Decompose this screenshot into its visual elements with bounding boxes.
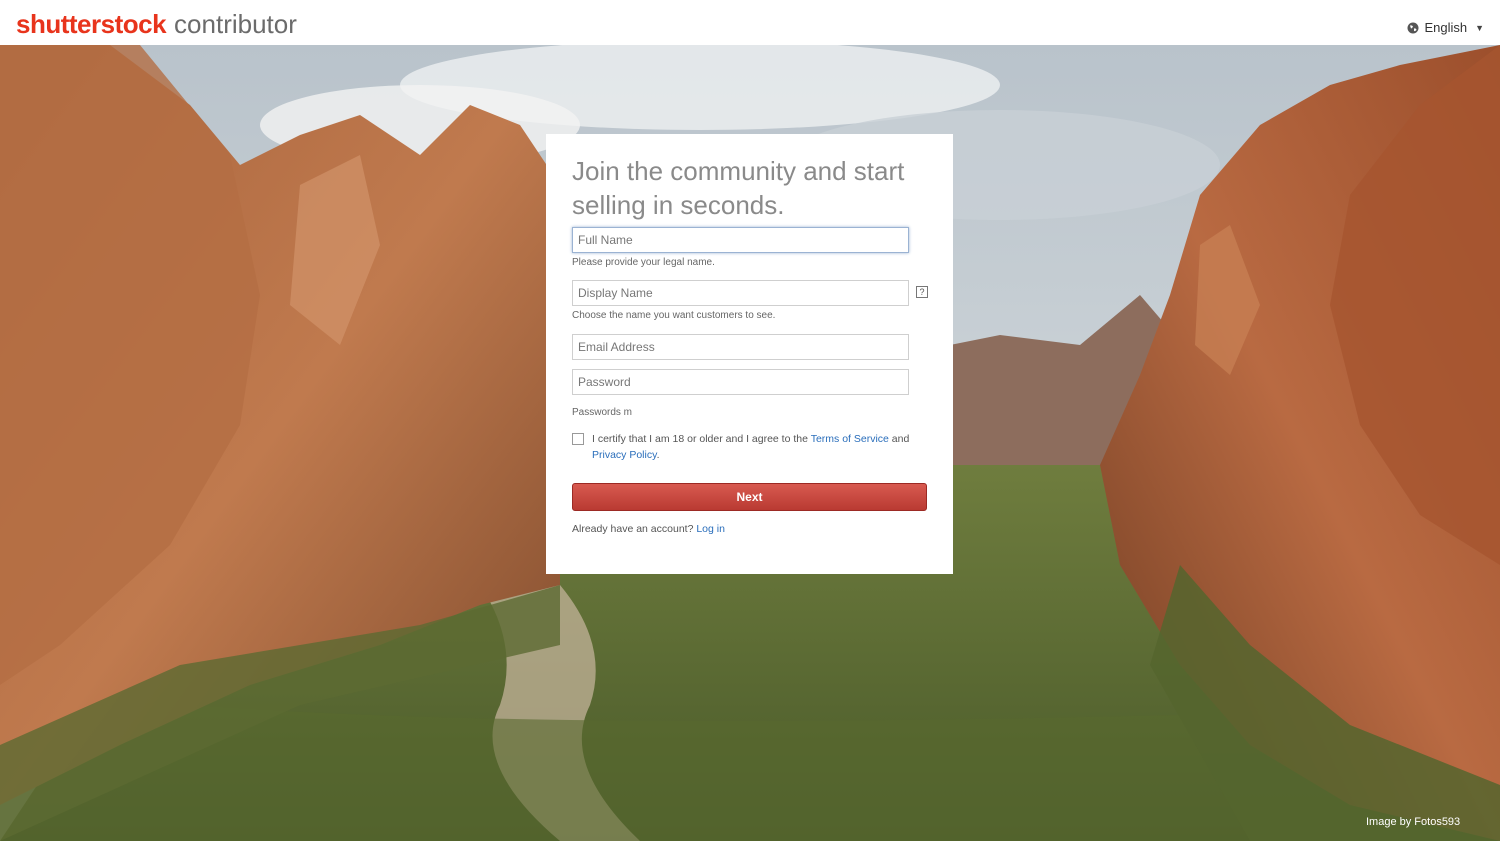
certify-row: I certify that I am 18 or older and I ag…: [572, 431, 932, 463]
display-name-field[interactable]: [572, 280, 909, 306]
certify-text: I certify that I am 18 or older and I ag…: [572, 431, 932, 463]
full-name-hint: Please provide your legal name.: [572, 257, 715, 268]
password-field[interactable]: [572, 369, 909, 395]
certify-statement: I certify that I am 18 or older and I ag…: [592, 433, 811, 445]
help-icon[interactable]: ?: [916, 286, 928, 298]
full-name-field[interactable]: [572, 227, 909, 253]
email-input[interactable]: [573, 335, 908, 359]
display-name-hint: Choose the name you want customers to se…: [572, 310, 776, 321]
display-name-input[interactable]: [573, 281, 908, 305]
signup-card: Join the community and start selling in …: [546, 134, 953, 574]
certify-period: .: [656, 449, 660, 461]
language-label: English: [1424, 20, 1468, 35]
caret-down-icon: ▼: [1475, 22, 1484, 33]
login-prompt-row: Already have an account? Log in: [572, 523, 725, 535]
language-selector[interactable]: English ▼: [1407, 20, 1484, 35]
terms-of-service-link[interactable]: Terms of Service: [811, 433, 889, 445]
login-link[interactable]: Log in: [696, 523, 725, 535]
email-field[interactable]: [572, 334, 909, 360]
password-hint: Passwords m: [572, 407, 633, 418]
globe-icon: [1407, 22, 1419, 33]
certify-checkbox[interactable]: [572, 433, 584, 445]
password-input[interactable]: [573, 370, 908, 394]
login-prompt-text: Already have an account?: [572, 523, 697, 535]
shutterstock-contributor-logo[interactable]: shutterstock contributor: [16, 9, 297, 40]
logo-brand: shutterstock: [16, 9, 167, 39]
certify-and: and: [888, 433, 910, 445]
privacy-policy-link[interactable]: Privacy Policy: [592, 449, 657, 461]
signup-title: Join the community and start selling in …: [572, 156, 905, 220]
image-credit: Image by Fotos593: [1366, 816, 1461, 828]
logo-subtitle: contributor: [174, 9, 297, 39]
full-name-input[interactable]: [573, 228, 908, 252]
top-bar: shutterstock contributor English ▼: [0, 0, 1500, 45]
next-button[interactable]: Next: [572, 483, 927, 511]
